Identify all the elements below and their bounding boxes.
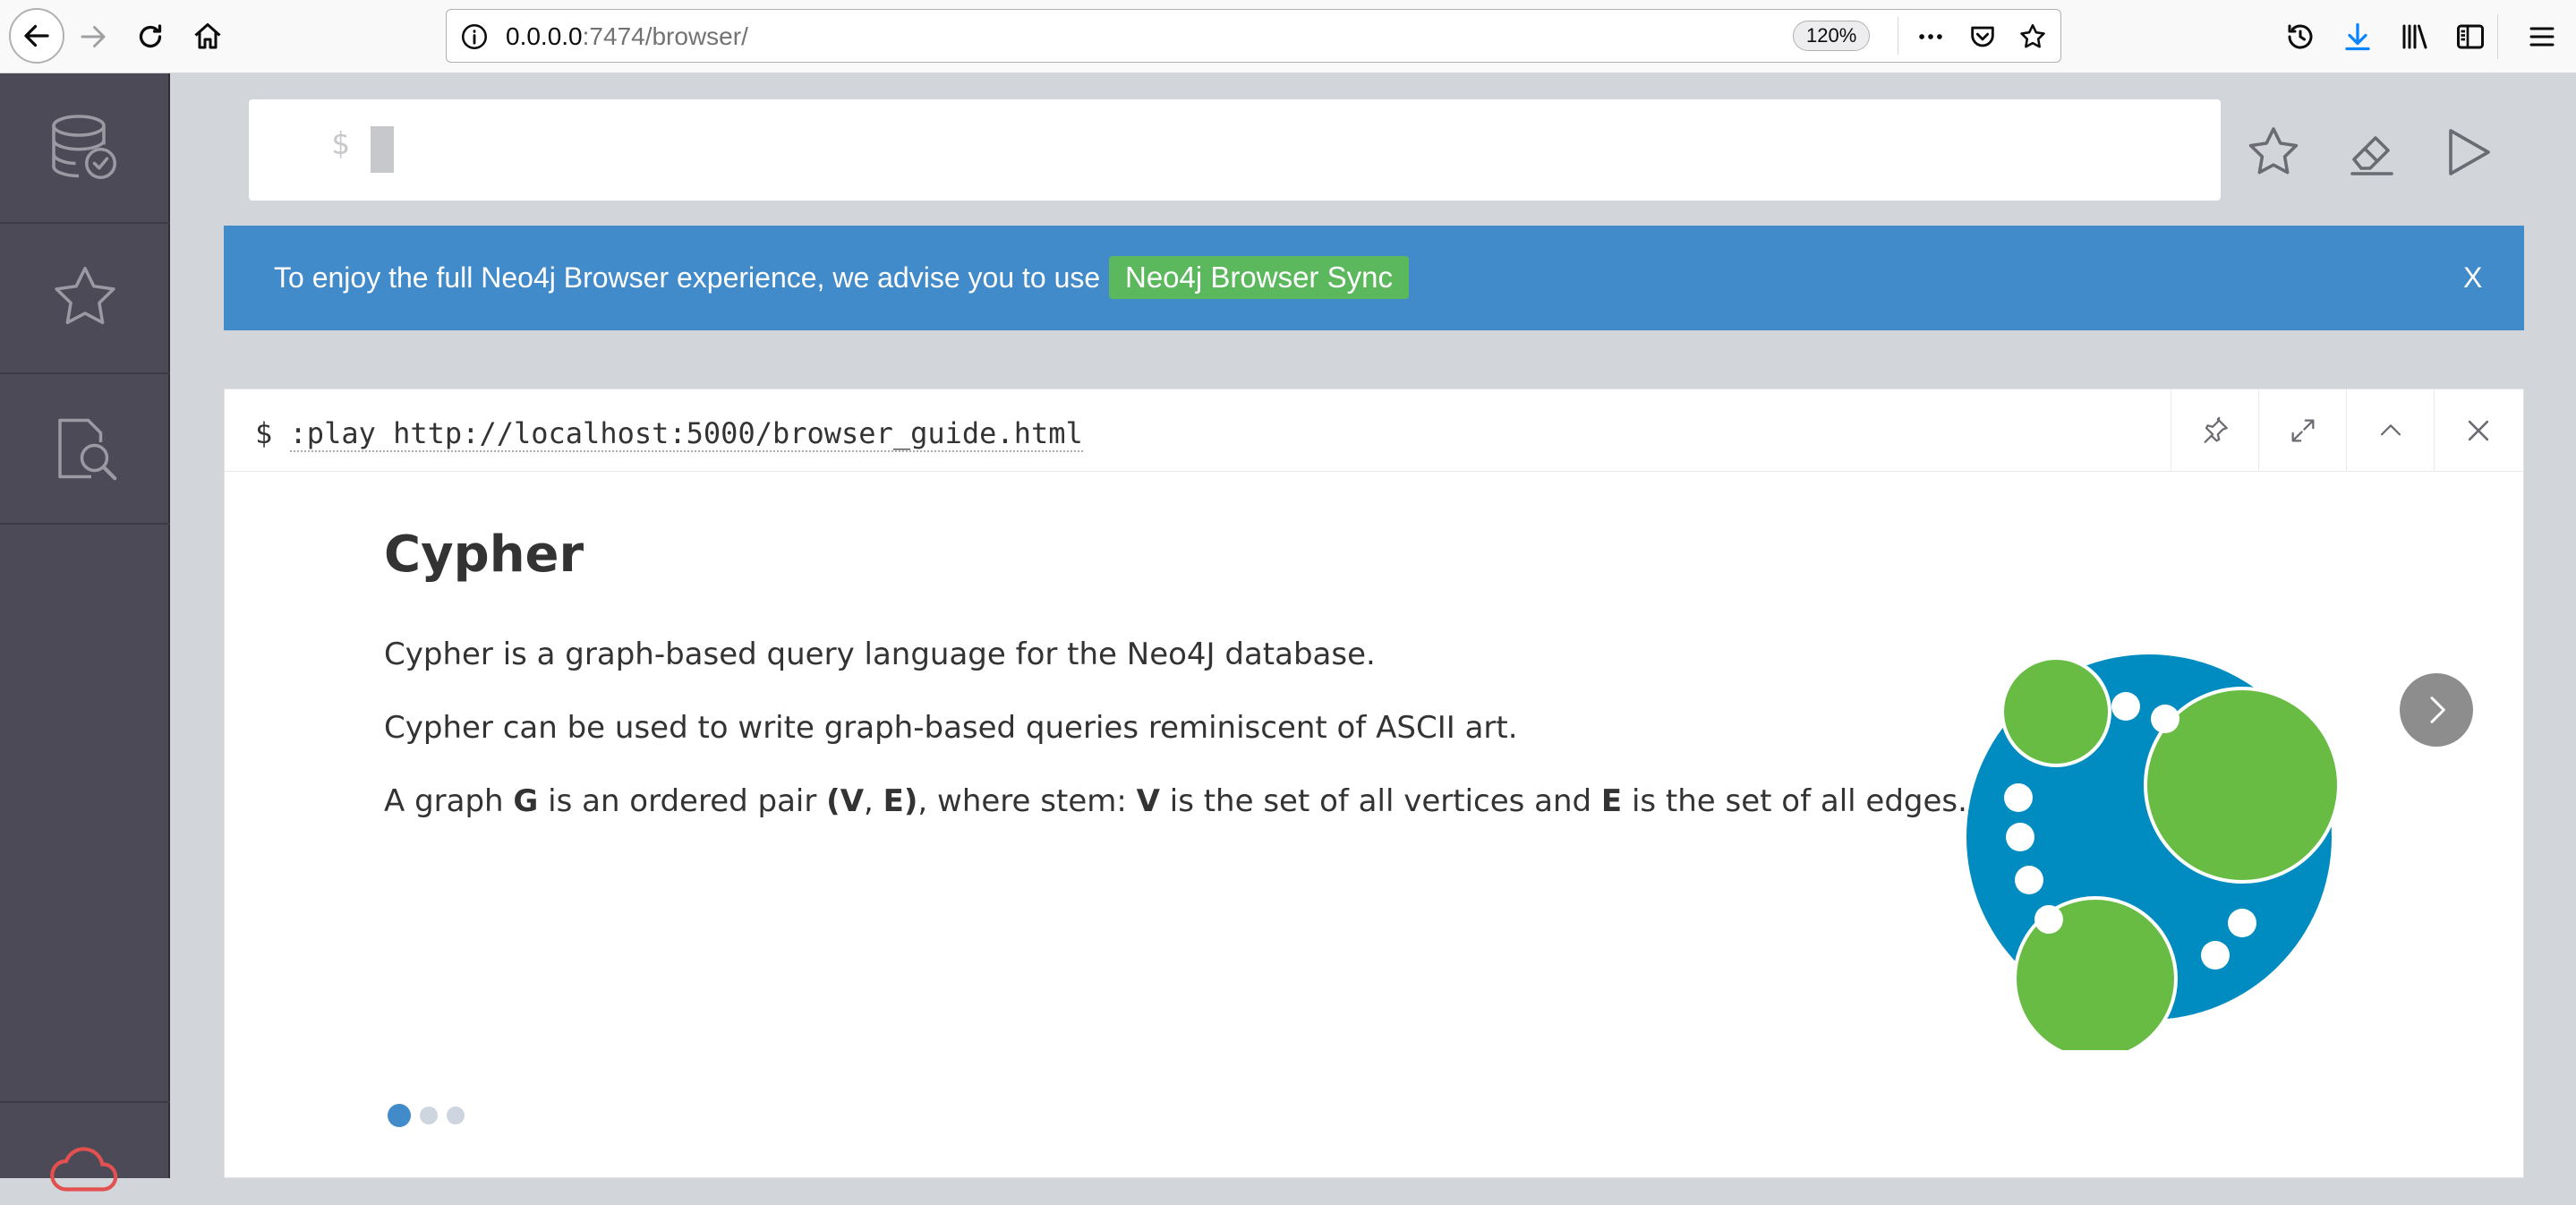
arrow-right-icon — [81, 26, 106, 47]
run-query-button[interactable] — [2431, 116, 2503, 188]
more-horizontal-icon — [1919, 34, 1942, 39]
browser-sync-button[interactable]: Neo4j Browser Sync — [1109, 256, 1409, 299]
page-actions-button[interactable] — [1913, 19, 1949, 55]
pin-icon — [2204, 416, 2228, 443]
p3-text: A graph — [384, 783, 514, 819]
sidebar-item-favorites[interactable] — [0, 224, 170, 374]
p3-bold: (V — [826, 783, 865, 819]
sidebar-icon — [2457, 24, 2484, 49]
carousel-dot-active[interactable] — [388, 1104, 411, 1127]
fullscreen-frame-button[interactable] — [2258, 389, 2346, 472]
sync-banner: To enjoy the full Neo4j Browser experien… — [224, 226, 2524, 330]
neo4j-sidebar — [0, 73, 170, 1192]
p3-bold: E — [1600, 783, 1623, 819]
url-bar[interactable]: 0.0.0.0:7474/browser/ 120% — [446, 9, 2061, 63]
p3-text: is the set of all vertices and — [1159, 783, 1601, 819]
zoom-indicator[interactable]: 120% — [1793, 21, 1871, 51]
result-frame: $ :play http://localhost:5000/browser_gu… — [224, 389, 2524, 1178]
bookmark-button[interactable] — [2015, 19, 2051, 55]
home-button[interactable] — [181, 10, 235, 64]
guide-paragraph-3: A graph G is an ordered pair (V, E), whe… — [384, 783, 1967, 819]
star-icon — [2020, 23, 2045, 48]
p3-bold: V — [1136, 783, 1160, 819]
forward-button[interactable] — [66, 10, 120, 64]
menu-button[interactable] — [2515, 10, 2569, 64]
sidebar-item-cloud[interactable] — [0, 1101, 170, 1192]
editor-cursor — [371, 126, 394, 173]
history-icon — [2288, 24, 2313, 49]
sidebar-toggle-button[interactable] — [2444, 10, 2497, 64]
collapse-frame-button[interactable] — [2346, 389, 2434, 472]
star-icon — [55, 267, 115, 325]
library-button[interactable] — [2388, 10, 2442, 64]
favorite-query-button[interactable] — [2238, 116, 2309, 188]
editor-prompt: $ — [331, 126, 350, 162]
carousel-dot[interactable] — [420, 1107, 438, 1124]
close-frame-button[interactable] — [2434, 389, 2521, 472]
browser-toolbar: 0.0.0.0:7474/browser/ 120% — [0, 0, 2576, 73]
p3-text: is an ordered pair — [538, 783, 827, 819]
star-icon — [2248, 127, 2299, 175]
hamburger-icon — [2529, 27, 2555, 47]
frame-command[interactable]: $ :play http://localhost:5000/browser_gu… — [255, 416, 1083, 452]
eraser-icon — [2350, 136, 2393, 175]
frame-header: $ :play http://localhost:5000/browser_gu… — [225, 389, 2523, 472]
neo4j-logo — [1966, 654, 2341, 1050]
frame-prompt: $ — [255, 416, 273, 450]
pocket-button[interactable] — [1965, 19, 2000, 55]
back-button[interactable] — [9, 8, 64, 64]
p3-text: , — [864, 783, 883, 819]
pocket-icon — [1971, 26, 1994, 47]
url-path: :7474/browser/ — [582, 22, 748, 50]
library-icon — [2402, 24, 2427, 49]
cypher-editor[interactable]: $ — [249, 99, 2221, 201]
info-icon[interactable] — [459, 21, 490, 52]
download-icon — [2345, 22, 2370, 51]
close-icon — [2468, 420, 2488, 441]
guide-paragraph-1: Cypher is a graph-based query language f… — [384, 637, 1376, 672]
database-check-icon — [52, 115, 116, 179]
next-slide-button[interactable] — [2400, 673, 2473, 747]
pin-frame-button[interactable] — [2171, 389, 2258, 472]
cloud-icon — [50, 1147, 118, 1192]
p3-bold: E) — [883, 783, 918, 819]
frame-command-text: :play http://localhost:5000/browser_guid… — [289, 416, 1083, 452]
expand-icon — [2291, 419, 2314, 442]
banner-text: To enjoy the full Neo4j Browser experien… — [274, 261, 1101, 294]
banner-close-button[interactable]: X — [2463, 261, 2482, 295]
url-text[interactable]: 0.0.0.0:7474/browser/ — [506, 22, 748, 51]
guide-title: Cypher — [384, 526, 584, 584]
downloads-button[interactable] — [2331, 10, 2384, 64]
chevron-up-icon — [2380, 424, 2401, 436]
p3-text: is the set of all edges. — [1622, 783, 1967, 819]
home-icon — [194, 23, 221, 49]
history-button[interactable] — [2273, 10, 2327, 64]
clear-editor-button[interactable] — [2336, 116, 2408, 188]
url-host: 0.0.0.0 — [506, 22, 583, 50]
sidebar-item-database[interactable] — [0, 73, 170, 224]
reload-button[interactable] — [124, 10, 177, 64]
sidebar-item-documents[interactable] — [0, 374, 170, 525]
document-search-icon — [58, 418, 117, 481]
arrow-left-icon — [24, 24, 49, 47]
guide-paragraph-2: Cypher can be used to write graph-based … — [384, 710, 1518, 746]
toolbar-separator — [2497, 14, 2498, 59]
carousel-dot[interactable] — [447, 1107, 465, 1124]
reload-icon — [139, 24, 162, 48]
chevron-right-icon — [2430, 697, 2445, 723]
p3-bold: G — [513, 783, 539, 819]
play-icon — [2449, 129, 2490, 175]
p3-text: , where stem: — [917, 783, 1137, 819]
carousel-dots — [388, 1104, 465, 1127]
